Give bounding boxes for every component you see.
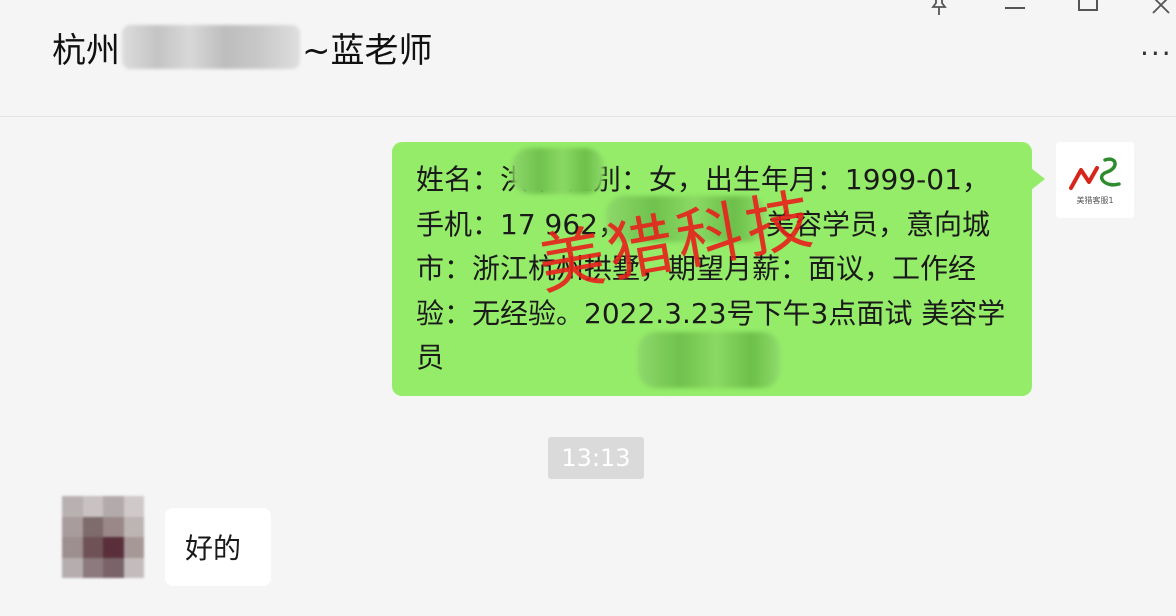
pin-icon: [931, 0, 947, 15]
redacted-interviewer: [638, 332, 780, 388]
chat-title: 杭州 ~蓝老师: [52, 22, 433, 72]
redacted-name: [122, 25, 300, 69]
close-icon: [1152, 0, 1170, 14]
brand-logo-icon: [1069, 157, 1121, 190]
pin-button[interactable]: [924, 0, 954, 16]
contact-avatar[interactable]: [62, 496, 144, 578]
redacted-surname: [512, 148, 604, 194]
logo-tag: 美猎客服1: [1076, 196, 1114, 205]
incoming-message-bubble[interactable]: 好的: [165, 508, 271, 586]
chat-window: 杭州 ~蓝老师 ··· 姓名：洪 ，性别：女，出生年月：1999-01，手机：1…: [0, 0, 1176, 616]
chat-title-prefix: 杭州: [52, 30, 120, 71]
minimize-button[interactable]: [1000, 0, 1030, 16]
more-options-button[interactable]: ···: [1140, 40, 1176, 72]
incoming-message-text: 好的: [185, 532, 242, 565]
minimize-icon: [1005, 7, 1025, 9]
chat-title-suffix: ~蓝老师: [302, 30, 433, 71]
message-timestamp: 13:13: [548, 437, 644, 479]
maximize-icon: [1078, 0, 1098, 11]
close-button[interactable]: [1146, 0, 1176, 16]
my-avatar[interactable]: 美猎客服1: [1056, 142, 1134, 218]
chat-header: 杭州 ~蓝老师 ···: [0, 0, 1176, 117]
maximize-button[interactable]: [1073, 0, 1103, 16]
